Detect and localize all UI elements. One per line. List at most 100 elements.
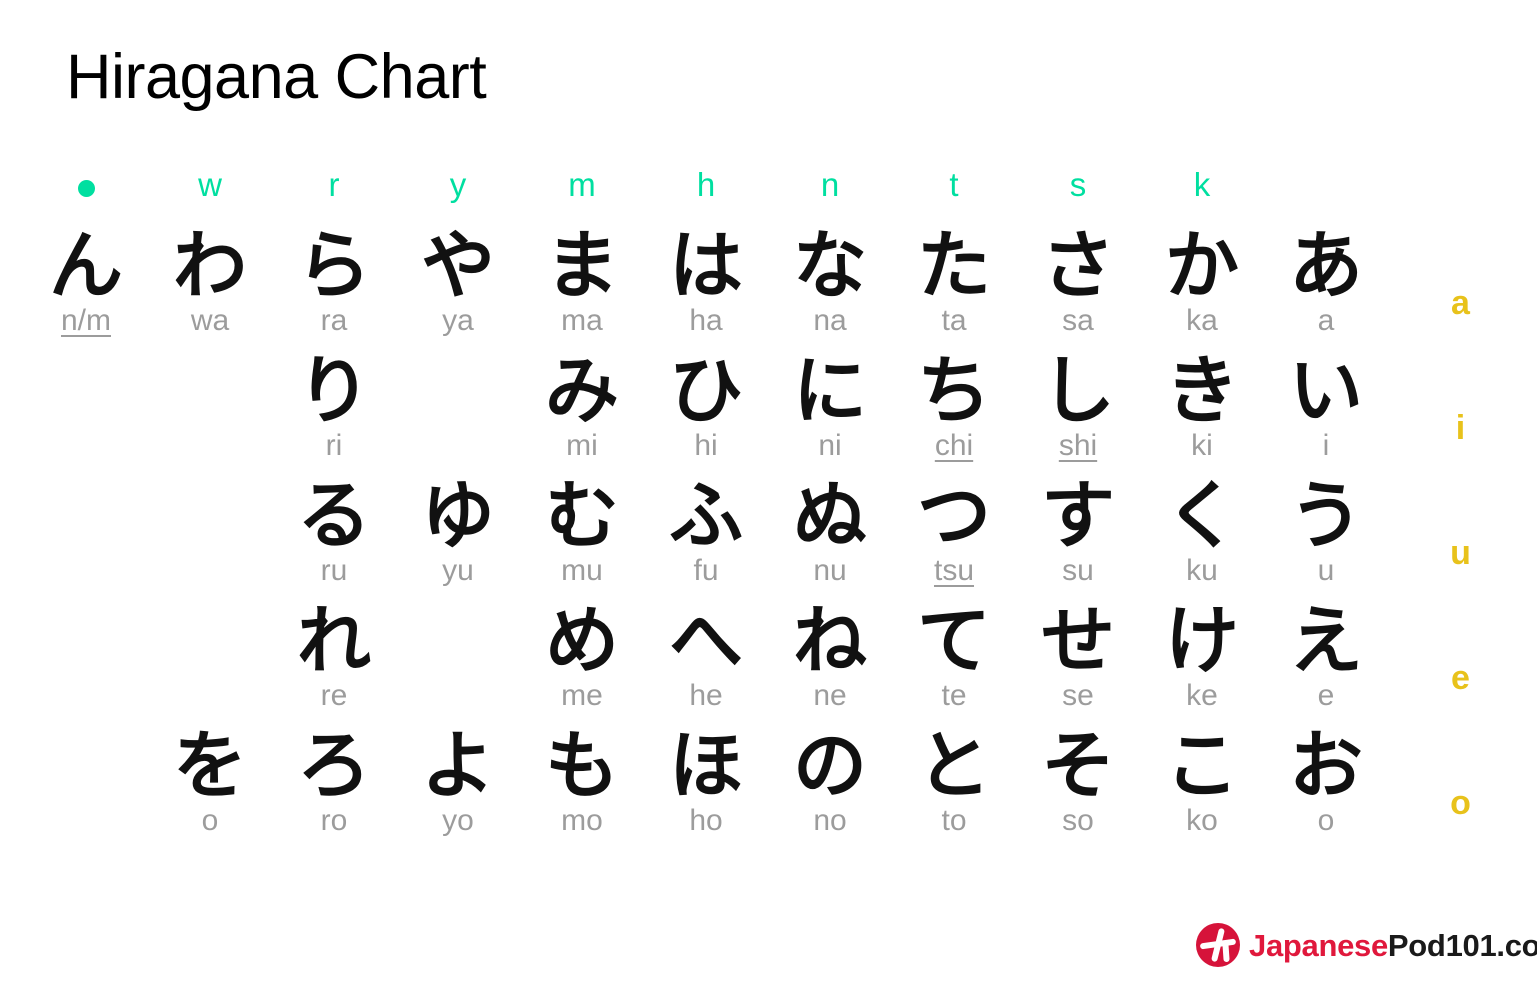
kana-glyph: ん bbox=[49, 223, 123, 309]
kana-glyph: ほ bbox=[669, 723, 743, 809]
kana-cell[interactable]: ふ fu bbox=[644, 473, 768, 587]
kana-glyph: つ bbox=[917, 473, 991, 559]
kana-cell[interactable]: の no bbox=[768, 729, 892, 837]
romaji-label: hi bbox=[694, 429, 718, 462]
romaji-label: ne bbox=[813, 679, 847, 712]
kana-cell[interactable]: ま ma bbox=[520, 229, 644, 337]
kana-cell[interactable]: し shi bbox=[1016, 354, 1140, 461]
romaji-label: ma bbox=[561, 304, 603, 337]
kana-rows-container: ん n/m わ wa ら ra や ya ま ma は ha な na た ta さ sa か ka あ a a り ri み mi… bbox=[0, 223, 1537, 855]
kana-cell[interactable]: わ wa bbox=[148, 223, 272, 336]
kana-cell[interactable]: こ ko bbox=[1140, 729, 1264, 836]
kana-cell[interactable]: か ka bbox=[1140, 223, 1264, 336]
kana-cell[interactable]: よ yo bbox=[396, 729, 520, 836]
kana-cell[interactable]: と to bbox=[892, 729, 1016, 837]
kana-cell[interactable]: へ he bbox=[644, 604, 768, 711]
kana-cell[interactable]: つ tsu bbox=[892, 473, 1016, 586]
kana-cell[interactable]: ぬ nu bbox=[768, 479, 892, 587]
romaji-label: fu bbox=[693, 554, 719, 587]
kana-cell[interactable]: り ri bbox=[272, 354, 396, 461]
kana-cell-empty bbox=[24, 605, 148, 681]
vowel-row-label: u bbox=[1450, 534, 1471, 572]
kana-cell[interactable]: る ru bbox=[272, 479, 396, 586]
consonant-label: h bbox=[696, 166, 716, 203]
kana-glyph: ろ bbox=[297, 723, 371, 809]
hiragana-chart: w r y m h n t s k ん n/m わ wa ら ra や ya ま ma は ha な na… bbox=[0, 168, 1537, 855]
kana-cell[interactable]: ん n/m bbox=[24, 223, 148, 337]
kana-cell-empty bbox=[396, 355, 520, 431]
romaji-label: chi bbox=[934, 429, 974, 462]
romaji-label: yu bbox=[442, 554, 474, 587]
kana-cell[interactable]: ろ ro bbox=[272, 723, 396, 837]
header-cell-t: t bbox=[892, 168, 1016, 201]
kana-glyph: お bbox=[1289, 723, 1363, 809]
romaji-label: o bbox=[1317, 804, 1335, 837]
header-cell-k: k bbox=[1140, 168, 1264, 201]
kana-glyph: ね bbox=[793, 598, 867, 684]
kana-cell[interactable]: き ki bbox=[1140, 348, 1264, 462]
japanesepod101-logo[interactable]: JapanesePod101.com bbox=[1196, 922, 1537, 968]
kana-cell[interactable]: は ha bbox=[644, 229, 768, 337]
consonant-label: s bbox=[1069, 166, 1087, 203]
kana-glyph: き bbox=[1165, 348, 1239, 434]
kana-cell[interactable]: め me bbox=[520, 604, 644, 712]
kana-cell[interactable]: け ke bbox=[1140, 604, 1264, 711]
kana-cell[interactable]: な na bbox=[768, 223, 892, 336]
romaji-label: re bbox=[320, 679, 348, 712]
kana-cell[interactable]: ほ ho bbox=[644, 723, 768, 836]
romaji-label: ki bbox=[1191, 429, 1213, 462]
kana-cell[interactable]: れ re bbox=[272, 604, 396, 712]
kana-cell[interactable]: あa bbox=[1264, 223, 1388, 337]
romaji-label: ta bbox=[941, 304, 967, 337]
kana-glyph: ち bbox=[917, 348, 991, 434]
kana-cell[interactable]: ち chi bbox=[892, 348, 1016, 462]
kana-row: れ re め me へ he ね ne て te せ se け ke え e e bbox=[24, 598, 1470, 730]
kana-cell[interactable]: せ se bbox=[1016, 604, 1140, 711]
kana-row: ん n/m わ wa ら ra や ya ま ma は ha な na た ta さ sa か ka あ a a bbox=[24, 223, 1470, 355]
kana-cell[interactable]: も mo bbox=[520, 723, 644, 836]
kana-cell[interactable]: や ya bbox=[396, 223, 520, 336]
romaji-label: ha bbox=[689, 304, 723, 337]
kana-cell[interactable]: て te bbox=[892, 604, 1016, 711]
kana-cell[interactable]: た ta bbox=[892, 223, 1016, 337]
kana-cell[interactable]: ひ hi bbox=[644, 348, 768, 462]
consonant-label: n bbox=[820, 166, 840, 203]
kana-glyph: も bbox=[545, 723, 619, 809]
kana-glyph: わ bbox=[173, 223, 247, 309]
romaji-label: a bbox=[1317, 304, 1335, 337]
kana-cell[interactable]: えe bbox=[1264, 604, 1388, 712]
kana-cell[interactable]: うu bbox=[1264, 479, 1388, 586]
kana-glyph: あ bbox=[1289, 223, 1363, 309]
kana-cell[interactable]: に ni bbox=[768, 354, 892, 461]
kana-cell[interactable]: ね ne bbox=[768, 598, 892, 712]
kana-cell[interactable]: む mu bbox=[520, 479, 644, 586]
kana-glyph: ひ bbox=[669, 348, 743, 434]
kana-glyph: た bbox=[917, 223, 991, 309]
romaji-label: me bbox=[561, 679, 603, 712]
kana-cell[interactable]: す su bbox=[1016, 479, 1140, 586]
kana-cell[interactable]: ら ra bbox=[272, 229, 396, 336]
romaji-label: ro bbox=[320, 804, 348, 837]
kana-cell[interactable]: さ sa bbox=[1016, 229, 1140, 336]
romaji-label: n/m bbox=[60, 304, 111, 337]
kana-cell[interactable]: ゆ yu bbox=[396, 479, 520, 587]
kana-glyph: か bbox=[1165, 223, 1239, 309]
kana-cell[interactable]: をo bbox=[148, 729, 272, 836]
kana-cell[interactable]: み mi bbox=[520, 354, 644, 461]
consonant-label: t bbox=[949, 166, 959, 203]
romaji-label: nu bbox=[813, 554, 847, 587]
kana-cell[interactable]: そ so bbox=[1016, 729, 1140, 836]
romaji-label: to bbox=[941, 804, 967, 837]
consonant-label: m bbox=[568, 166, 596, 203]
kana-cell[interactable]: おo bbox=[1264, 723, 1388, 837]
kana-glyph: な bbox=[793, 223, 867, 309]
kana-cell-empty bbox=[396, 605, 520, 681]
kana-glyph: や bbox=[421, 223, 495, 309]
logo-wordmark: JapanesePod101.com bbox=[1249, 930, 1537, 961]
kana-glyph: ふ bbox=[669, 473, 743, 559]
kana-cell-empty bbox=[148, 605, 272, 681]
romaji-label: e bbox=[1317, 679, 1335, 712]
kana-cell[interactable]: く ku bbox=[1140, 479, 1264, 586]
romaji-label: no bbox=[813, 804, 847, 837]
kana-cell[interactable]: いi bbox=[1264, 354, 1388, 461]
